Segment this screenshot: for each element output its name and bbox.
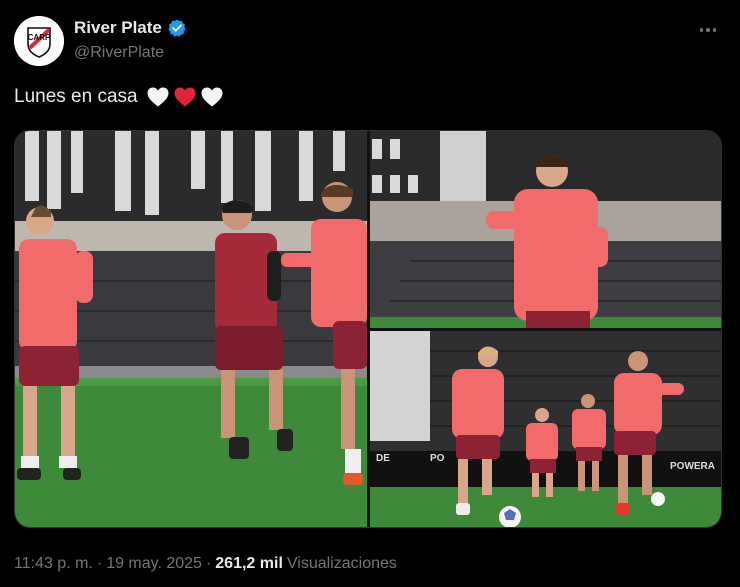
svg-text:POWERA: POWERA — [670, 461, 715, 472]
dot-icon — [706, 28, 710, 32]
more-options-icon[interactable] — [696, 20, 720, 40]
white-heart-icon — [147, 87, 169, 107]
tweet-time[interactable]: 11:43 p. m. — [14, 555, 93, 573]
white-heart-icon — [201, 87, 223, 107]
training-photo-icon — [370, 131, 721, 328]
red-heart-icon — [174, 87, 196, 107]
photo-3[interactable]: DE PO POWERA — [370, 331, 721, 527]
tweet-text: Lunes en casa — [14, 86, 224, 108]
svg-text:PO: PO — [430, 453, 445, 464]
meta-separator: · — [205, 555, 212, 572]
media-grid: DE PO POWERA — [14, 130, 722, 528]
verified-badge-icon — [168, 19, 186, 37]
svg-text:CARP: CARP — [28, 33, 51, 42]
views-label: Visualizaciones — [286, 555, 397, 572]
avatar[interactable]: CARP — [14, 16, 64, 66]
svg-text:DE: DE — [376, 453, 390, 464]
river-plate-crest-icon: CARP — [14, 16, 64, 66]
tweet-date[interactable]: 19 may. 2025 — [106, 555, 202, 573]
views-count: 261,2 mil — [215, 555, 283, 572]
tweet-text-body: Lunes en casa — [14, 86, 138, 107]
dot-icon — [712, 28, 717, 32]
photo-1[interactable] — [15, 131, 367, 527]
emoji-group — [146, 86, 224, 108]
dot-icon — [699, 28, 704, 32]
tweet-meta: 11:43 p. m. · 19 may. 2025 · 261,2 mil V… — [14, 555, 397, 573]
photo-2[interactable] — [370, 131, 721, 328]
meta-separator: · — [96, 555, 103, 572]
tweet-header: CARP River Plate @RiverPlate — [14, 16, 726, 68]
training-photo-icon: DE PO POWERA — [370, 331, 721, 527]
handle[interactable]: @RiverPlate — [74, 44, 164, 62]
display-name[interactable]: River Plate — [74, 18, 162, 38]
training-photo-icon — [15, 131, 367, 527]
